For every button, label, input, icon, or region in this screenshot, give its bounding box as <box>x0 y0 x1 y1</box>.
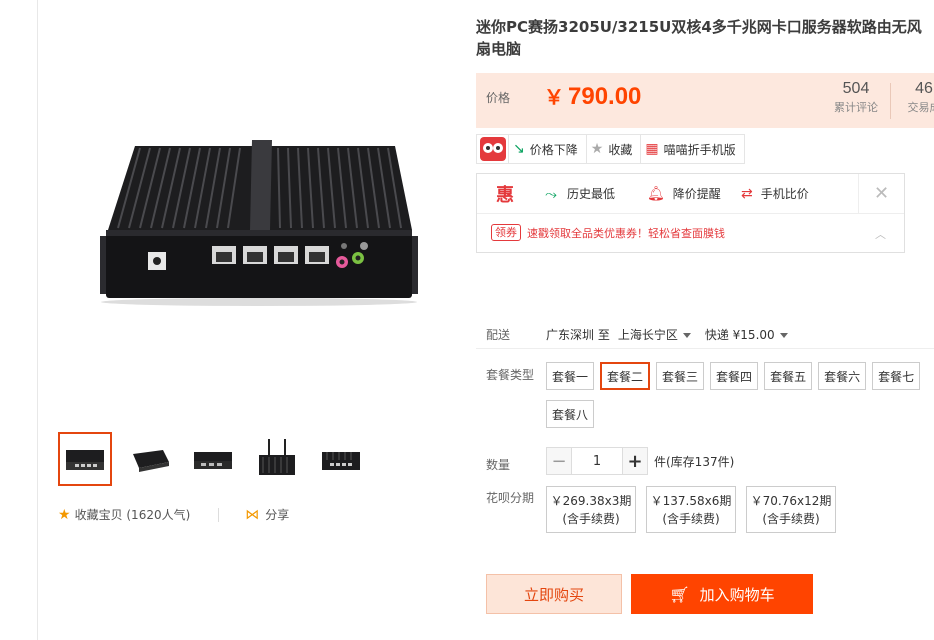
owl-logo-icon <box>479 137 506 161</box>
price-tool-bar: ↘ 价格下降 ★ 收藏 ▦ 喵喵折手机版 <box>476 134 745 164</box>
mobile-version-button[interactable]: ▦ 喵喵折手机版 <box>641 135 743 163</box>
close-icon[interactable]: ✕ <box>858 174 904 213</box>
installment-options: ￥269.38x3期 (含手续费) ￥137.58x6期 (含手续费) ￥70.… <box>546 486 836 533</box>
price-drop-button[interactable]: ↘ 价格下降 <box>509 135 587 163</box>
installment-option[interactable]: ￥269.38x3期 (含手续费) <box>546 486 636 533</box>
star-icon: ★ <box>58 506 71 523</box>
social-row: ★ 收藏宝贝 (1620人气) ⋈ 分享 <box>58 506 289 523</box>
share-icon: ⋈ <box>245 506 260 523</box>
star-icon: ★ <box>590 141 604 157</box>
reviews-count: 504 <box>842 80 870 97</box>
thumbnail-5[interactable] <box>314 432 368 486</box>
package-option[interactable]: 套餐三 <box>656 362 705 390</box>
shipping-label: 配送 <box>486 328 511 342</box>
increment-button[interactable]: + <box>622 447 648 475</box>
history-low-label: 历史最低 <box>567 187 616 201</box>
reviews-label: 累计评论 <box>834 101 878 114</box>
installment-amount: ￥137.58x6期 <box>650 494 732 508</box>
deals-stat: 46 交易成 <box>894 80 934 115</box>
quantity-label: 数量 <box>486 458 511 472</box>
share-link[interactable]: 分享 <box>265 506 289 523</box>
package-option[interactable]: 套餐八 <box>546 400 595 428</box>
package-option[interactable]: 套餐七 <box>872 362 921 390</box>
reviews-stat[interactable]: 504 累计评论 <box>826 80 886 115</box>
installment-fee-note: (含手续费) <box>562 512 620 526</box>
coupon-text: 速戳领取全品类优惠券！轻松省查面膜钱 <box>527 226 725 240</box>
deals-count: 46 <box>915 80 933 97</box>
package-option[interactable]: 套餐五 <box>764 362 813 390</box>
quantity-stepper: − 1 + 件(库存137件) <box>546 447 734 475</box>
installment-option[interactable]: ￥137.58x6期 (含手续费) <box>646 486 736 533</box>
hui-icon: 惠 <box>496 184 514 206</box>
installment-fee-note: (含手续费) <box>662 512 720 526</box>
plugin-logo[interactable] <box>477 135 509 163</box>
package-option[interactable]: 套餐六 <box>818 362 867 390</box>
collect-button[interactable]: ★ 收藏 <box>587 135 642 163</box>
thumbnail-strip <box>58 432 368 486</box>
installment-amount: ￥70.76x12期 <box>750 494 832 508</box>
page-left-border <box>37 0 38 640</box>
price-label: 价格 <box>486 91 511 105</box>
price-alert-label: 降价提醒 <box>672 187 721 201</box>
thumbnail-1[interactable] <box>58 432 112 486</box>
compare-label: 手机比价 <box>760 187 809 201</box>
buy-now-button[interactable]: 立即购买 <box>486 574 622 614</box>
shipping-method-select[interactable]: 快递 ¥15.00 <box>705 326 788 343</box>
price-alert-button[interactable]: 🔔︎ 降价提醒 <box>633 185 737 202</box>
thumbnail-2[interactable] <box>122 432 176 486</box>
add-to-cart-button[interactable]: 🛒︎ 加入购物车 <box>631 574 813 614</box>
trend-icon: ⤳ <box>545 184 558 203</box>
history-low-button[interactable]: ⤳ 历史最低 <box>533 185 633 203</box>
package-label: 套餐类型 <box>486 368 535 382</box>
shipping-info: 广东深圳 至 上海长宁区 快递 ¥15.00 <box>546 326 788 343</box>
favorite-link[interactable]: 收藏宝贝 (1620人气) <box>75 506 191 523</box>
package-option[interactable]: 套餐一 <box>546 362 595 390</box>
decrement-button[interactable]: − <box>546 447 572 475</box>
shipping-to-select[interactable]: 上海长宁区 <box>618 326 691 343</box>
installment-label: 花呗分期 <box>486 491 535 505</box>
price-value: ￥ 790.00 <box>544 83 642 110</box>
package-options: 套餐一 套餐二 套餐三 套餐四 套餐五 套餐六 套餐七 套餐八 <box>546 362 934 438</box>
deal-actions-row: 惠 ⤳ 历史最低 🔔︎ 降价提醒 ⇄ 手机比价 ✕ <box>477 174 904 214</box>
collect-label: 收藏 <box>608 142 633 157</box>
cart-icon: 🛒︎ <box>669 584 690 604</box>
compare-icon: ⇄ <box>741 185 753 202</box>
bell-icon: 🔔︎ <box>647 185 665 202</box>
price-drop-label: 价格下降 <box>529 142 578 157</box>
chevron-up-icon[interactable]: ︿ <box>875 226 886 242</box>
divider <box>476 348 934 349</box>
shipping-from: 广东深圳 至 <box>546 328 610 342</box>
caret-down-icon <box>682 333 691 338</box>
package-option-selected[interactable]: 套餐二 <box>600 362 651 390</box>
caret-down-icon <box>779 333 788 338</box>
deals-label: 交易成 <box>907 101 934 114</box>
coupon-tag: 领券 <box>491 224 521 241</box>
mobile-version-label: 喵喵折手机版 <box>663 142 736 157</box>
installment-fee-note: (含手续费) <box>762 512 820 526</box>
divider <box>218 507 220 522</box>
price-box: 价格 ￥790.00 504 累计评论 46 交易成 <box>476 73 934 128</box>
package-option[interactable]: 套餐四 <box>710 362 759 390</box>
installment-amount: ￥269.38x3期 <box>550 494 632 508</box>
thumbnail-4[interactable] <box>250 432 304 486</box>
compare-button[interactable]: ⇄ 手机比价 <box>737 185 833 202</box>
arrow-down-right-icon: ↘ <box>513 141 525 157</box>
add-to-cart-label: 加入购物车 <box>699 585 775 604</box>
stat-divider <box>890 83 891 119</box>
coupon-row[interactable]: 领券 速戳领取全品类优惠券！轻松省查面膜钱 ︿ <box>491 224 886 241</box>
deal-box: 惠 ⤳ 历史最低 🔔︎ 降价提醒 ⇄ 手机比价 ✕ 领券 速戳领取全品类优惠券！… <box>476 173 905 253</box>
qr-code-icon: ▦ <box>645 141 659 157</box>
product-title: 迷你PC赛扬3205U/3215U双核4多千兆网卡口服务器软路由无风扇电脑 <box>476 18 922 58</box>
main-product-image[interactable] <box>40 40 470 420</box>
installment-option[interactable]: ￥70.76x12期 (含手续费) <box>746 486 836 533</box>
stock-text: 件(库存137件) <box>654 454 735 469</box>
quantity-input[interactable]: 1 <box>572 447 622 475</box>
thumbnail-3[interactable] <box>186 432 240 486</box>
